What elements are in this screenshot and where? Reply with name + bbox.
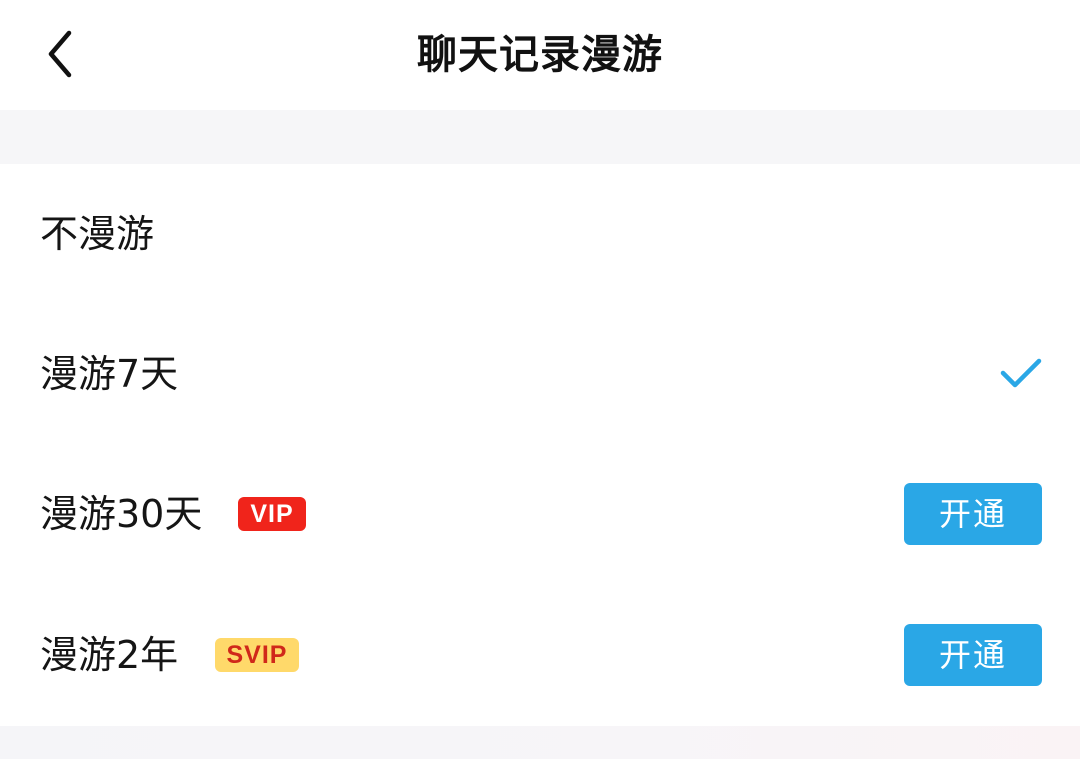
option-label: 漫游7天: [40, 352, 179, 396]
roaming-options-list: 不漫游 漫游7天 漫游30天 VIP 开通 漫游2年 SVIP 开通: [0, 164, 1080, 726]
option-label: 漫游2年: [40, 633, 179, 677]
checkmark-icon: [1000, 358, 1042, 388]
option-roaming-30-days[interactable]: 漫游30天 VIP 开通: [0, 444, 1080, 584]
section-divider: [0, 110, 1080, 164]
svip-badge: SVIP: [215, 638, 299, 672]
bottom-section-divider: [0, 726, 1080, 759]
page-title: 聊天记录漫游: [417, 32, 663, 78]
option-label: 漫游30天: [40, 492, 203, 536]
option-roaming-7-days[interactable]: 漫游7天: [0, 304, 1080, 444]
activate-svip-button[interactable]: 开通: [904, 624, 1042, 686]
option-label: 不漫游: [40, 212, 155, 256]
vip-badge: VIP: [238, 497, 306, 531]
option-roaming-2-years[interactable]: 漫游2年 SVIP 开通: [0, 585, 1080, 725]
navigation-bar: 聊天记录漫游: [0, 0, 1080, 110]
option-no-roaming[interactable]: 不漫游: [0, 164, 1080, 304]
activate-vip-button[interactable]: 开通: [904, 483, 1042, 545]
